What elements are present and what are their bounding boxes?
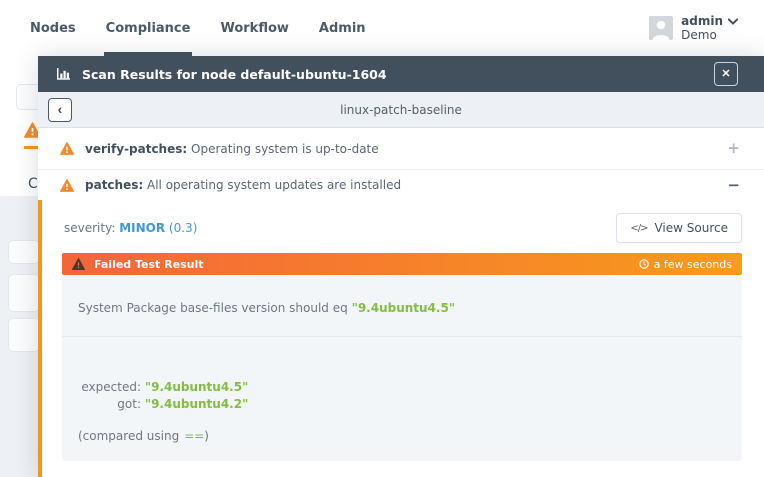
- banner-time: a few seconds: [654, 258, 732, 271]
- active-tab-underline: [24, 146, 39, 149]
- collapse-icon[interactable]: −: [727, 178, 740, 193]
- severity-value: MINOR: [119, 221, 165, 235]
- user-menu[interactable]: admin Demo: [649, 14, 738, 42]
- warning-triangle-icon: [60, 179, 74, 192]
- control-row-patches[interactable]: patches: All operating system updates ar…: [38, 170, 764, 200]
- user-org-label: Demo: [681, 28, 738, 42]
- test-result-title: System Package base-files version should…: [62, 275, 742, 337]
- got-label: got:: [78, 396, 141, 413]
- view-source-label: View Source: [654, 221, 728, 235]
- top-nav: Nodes Compliance Workflow Admin admin De…: [0, 0, 764, 56]
- warning-triangle-icon: [60, 142, 74, 155]
- user-info: admin Demo: [681, 14, 738, 42]
- view-source-button[interactable]: </> View Source: [616, 213, 742, 243]
- compare-operator: ==: [184, 429, 204, 443]
- scan-results-modal: Scan Results for node default-ubuntu-160…: [38, 56, 764, 477]
- nav-item-workflow[interactable]: Workflow: [220, 0, 288, 56]
- control-title: patches: All operating system updates ar…: [85, 178, 727, 192]
- modal-title: Scan Results for node default-ubuntu-160…: [82, 67, 714, 82]
- control-row-verify-patches[interactable]: verify-patches: Operating system is up-t…: [38, 128, 764, 170]
- control-desc: Operating system is up-to-date: [191, 142, 379, 156]
- background-card: [8, 274, 40, 312]
- expected-value-inline: "9.4ubuntu4.5": [352, 301, 456, 315]
- user-name: admin: [681, 14, 738, 28]
- got-line: got: "9.4ubuntu4.2": [78, 396, 726, 413]
- background-partial-text: C: [28, 176, 38, 192]
- test-description: System Package base-files version should…: [78, 301, 348, 315]
- failed-test-banner: Failed Test Result a few seconds: [62, 253, 742, 275]
- chevron-down-icon: [728, 18, 738, 25]
- banner-left: Failed Test Result: [72, 258, 203, 271]
- got-value: "9.4ubuntu4.2": [145, 397, 249, 411]
- severity-label: severity:: [64, 221, 115, 235]
- nav-item-nodes[interactable]: Nodes: [30, 0, 76, 56]
- modal-subheader: ‹ linux-patch-baseline: [38, 92, 764, 128]
- clock-icon: [639, 259, 649, 269]
- nav-item-compliance[interactable]: Compliance: [106, 0, 191, 56]
- nav-item-admin[interactable]: Admin: [319, 0, 366, 56]
- control-detail-panel: severity: MINOR (0.3) </> View Source Fa…: [38, 200, 764, 477]
- severity-row: severity: MINOR (0.3) </> View Source: [62, 200, 742, 253]
- control-title: verify-patches: Operating system is up-t…: [85, 142, 727, 156]
- control-id: verify-patches:: [85, 142, 187, 156]
- bar-chart-icon: [56, 68, 71, 81]
- screen: C Nodes Compliance Workflow Admin admin …: [0, 0, 764, 477]
- compare-suffix: ): [204, 429, 209, 443]
- compare-line: (compared using ==): [78, 428, 726, 445]
- expected-line: expected: "9.4ubuntu4.5": [78, 379, 726, 396]
- banner-right: a few seconds: [639, 258, 732, 271]
- background-card: [8, 240, 40, 264]
- close-button[interactable]: ✕: [714, 62, 738, 86]
- user-name-label: admin: [681, 14, 723, 28]
- background-card: [8, 318, 40, 352]
- avatar: [649, 16, 673, 40]
- control-id: patches:: [85, 178, 143, 192]
- control-desc: All operating system updates are install…: [147, 178, 401, 192]
- profile-name: linux-patch-baseline: [38, 103, 764, 117]
- modal-header: Scan Results for node default-ubuntu-160…: [38, 56, 764, 92]
- banner-title: Failed Test Result: [94, 258, 203, 271]
- test-result-details: expected: "9.4ubuntu4.5" got: "9.4ubuntu…: [62, 337, 742, 461]
- warning-triangle-icon: [72, 258, 85, 270]
- expand-icon[interactable]: +: [727, 141, 740, 156]
- expected-value: "9.4ubuntu4.5": [145, 380, 249, 394]
- compare-prefix: (compared using: [78, 429, 179, 443]
- expected-label: expected:: [78, 379, 141, 396]
- nav-menu: Nodes Compliance Workflow Admin: [30, 0, 366, 56]
- severity-text: severity: MINOR (0.3): [64, 221, 197, 235]
- severity-score: (0.3): [169, 221, 197, 235]
- code-icon: </>: [630, 223, 647, 234]
